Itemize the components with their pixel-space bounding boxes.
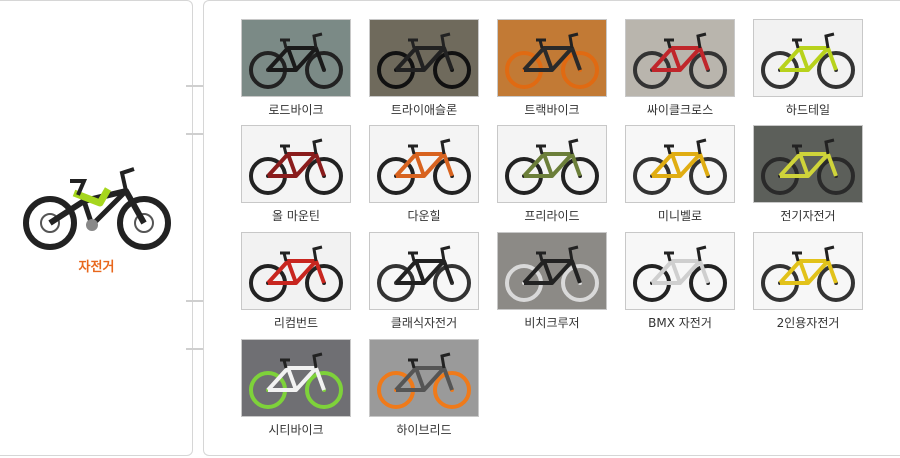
bike-type-label[interactable]: 다운힐 [369,207,479,224]
bike-type-label[interactable]: 리컴번트 [241,314,351,331]
bike-type-card[interactable]: 하드테일 [753,19,863,119]
hybrid-bike-image[interactable] [369,339,479,417]
bike-type-card[interactable]: BMX 자전거 [625,232,735,332]
bike-type-card[interactable]: 비치크루저 [497,232,607,332]
bike-type-card[interactable]: 트라이애슬론 [369,19,479,119]
bike-type-card[interactable]: 2인용자전거 [753,232,863,332]
bike-type-label[interactable]: 하드테일 [753,101,863,118]
beach-cruiser-image[interactable] [497,232,607,310]
bike-type-label[interactable]: BMX 자전거 [625,314,735,331]
bike-type-card[interactable]: 리컴번트 [241,232,351,332]
bike-type-card[interactable]: 미니벨로 [625,125,735,225]
bike-type-label[interactable]: 올 마운틴 [241,207,351,224]
category-title: 자전거 [78,260,115,275]
bmx-bike-image[interactable] [625,232,735,310]
cyclocross-bike-image[interactable] [625,19,735,97]
bike-type-card[interactable]: 로드바이크 [241,19,351,119]
tandem-bike-image[interactable] [753,232,863,310]
recumbent-bike-image[interactable] [241,232,351,310]
bike-type-card[interactable]: 올 마운틴 [241,125,351,225]
bike-type-label[interactable]: 하이브리드 [369,421,479,438]
bike-type-card[interactable]: 하이브리드 [369,339,479,439]
all-mountain-bike-image[interactable] [241,125,351,203]
bike-type-card[interactable]: 프리라이드 [497,125,607,225]
bike-type-card[interactable]: 클래식자전거 [369,232,479,332]
bike-type-card[interactable]: 다운힐 [369,125,479,225]
bike-type-label[interactable]: 프리라이드 [497,207,607,224]
city-bike-image[interactable] [241,339,351,417]
triathlon-bike-image[interactable] [369,19,479,97]
hardtail-bike-image[interactable] [753,19,863,97]
bike-type-label[interactable]: 시티바이크 [241,421,351,438]
bike-type-card[interactable]: 시티바이크 [241,339,351,439]
bike-type-label[interactable]: 싸이클크로스 [625,101,735,118]
electric-bike-image[interactable] [753,125,863,203]
minivelo-bike-image[interactable] [625,125,735,203]
bike-type-label[interactable]: 2인용자전거 [753,314,863,331]
bike-type-label[interactable]: 트라이애슬론 [369,101,479,118]
bike-type-label[interactable]: 트랙바이크 [497,101,607,118]
downhill-bike-image[interactable] [369,125,479,203]
bike-type-card[interactable]: 트랙바이크 [497,19,607,119]
road-bike-image[interactable] [241,19,351,97]
bike-type-card[interactable]: 싸이클크로스 [625,19,735,119]
classic-bike-image[interactable] [369,232,479,310]
bike-type-label[interactable]: 미니벨로 [625,207,735,224]
track-bike-image[interactable] [497,19,607,97]
bike-type-label[interactable]: 비치크루저 [497,314,607,331]
bike-type-label[interactable]: 클래식자전거 [369,314,479,331]
freeride-bike-image[interactable] [497,125,607,203]
bike-type-label[interactable]: 로드바이크 [241,101,351,118]
category-panel: 자전거 [0,0,193,456]
bike-type-card[interactable]: 전기자전거 [753,125,863,225]
bicycle-icon [23,167,171,250]
bike-type-label[interactable]: 전기자전거 [753,207,863,224]
